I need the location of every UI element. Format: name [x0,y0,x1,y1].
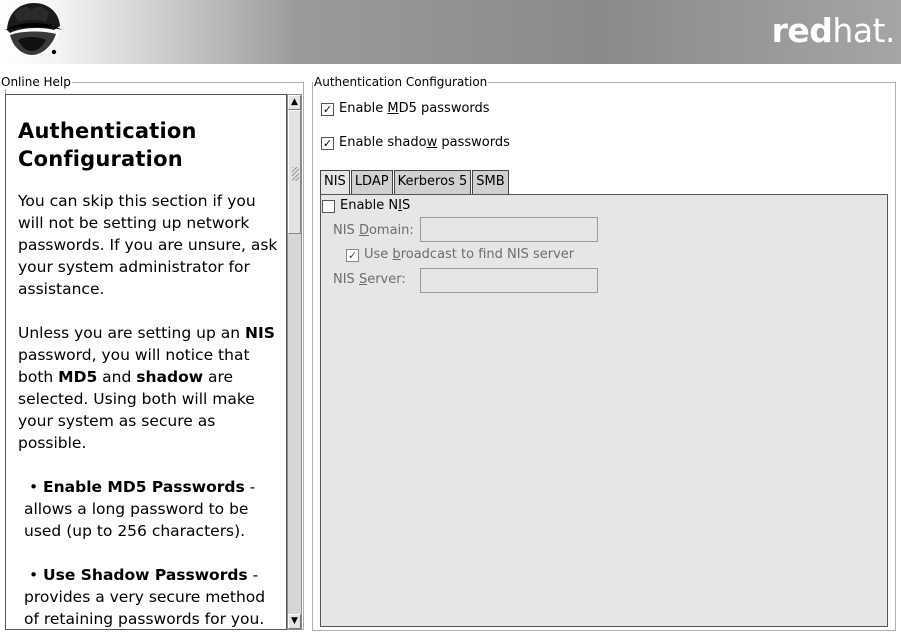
nis-server-input[interactable] [420,268,598,293]
md5-label: Enable MD5 passwords [339,101,490,116]
tab-ldap[interactable]: LDAP [350,170,393,194]
md5-check-icon[interactable]: ✓ [321,102,334,116]
auth-tabs: NIS LDAP Kerberos 5 SMB [320,170,510,195]
scroll-down-arrow-icon[interactable]: ▼ [288,614,301,629]
tab-smb[interactable]: SMB [472,170,509,194]
enable-md5-checkbox[interactable]: ✓ Enable MD5 passwords [321,101,490,117]
help-bullet-md5: • Enable MD5 Passwords - allows a long p… [24,478,256,540]
scroll-up-arrow-icon[interactable]: ▲ [288,95,301,110]
scrollbar-grip-icon [292,167,299,181]
enable-shadow-checkbox[interactable]: ✓ Enable shadow passwords [321,135,510,151]
help-title: Authentication Configuration [18,119,197,171]
tab-nis[interactable]: NIS [320,170,350,195]
help-bullet-shadow: • Use Shadow Passwords - provides a very… [24,566,266,628]
enable-nis-checkbox[interactable]: Enable NIS [322,198,410,214]
shadow-check-icon[interactable]: ✓ [321,136,334,150]
help-paragraph-2: Unless you are setting up an NIS passwor… [18,324,275,452]
help-scrollbar[interactable]: ▲ ▼ [287,94,302,630]
nis-label: Enable NIS [340,198,411,213]
help-paragraph-1: You can skip this section if you will no… [18,192,278,298]
redhat-wordmark: redhat. [771,11,896,50]
nis-server-label: NIS Server: [333,272,406,287]
shadowman-logo-icon [5,2,62,56]
broadcast-checkbox[interactable]: ✓ Use broadcast to find NIS server [346,247,574,263]
shadow-label: Enable shadow passwords [339,135,510,150]
online-help-label: Online Help [0,75,72,89]
broadcast-check-icon[interactable]: ✓ [346,248,359,262]
auth-config-label: Authentication Configuration [313,75,489,89]
nis-domain-input[interactable] [420,217,598,242]
scrollbar-thumb[interactable] [288,110,301,234]
nis-check-icon[interactable] [322,199,335,213]
nis-domain-label: NIS Domain: [333,223,414,238]
help-text-view: Authentication Configuration You can ski… [5,94,287,630]
header-banner: redhat. [0,0,901,64]
broadcast-label: Use broadcast to find NIS server [364,247,575,262]
tab-kerberos[interactable]: Kerberos 5 [393,170,472,194]
